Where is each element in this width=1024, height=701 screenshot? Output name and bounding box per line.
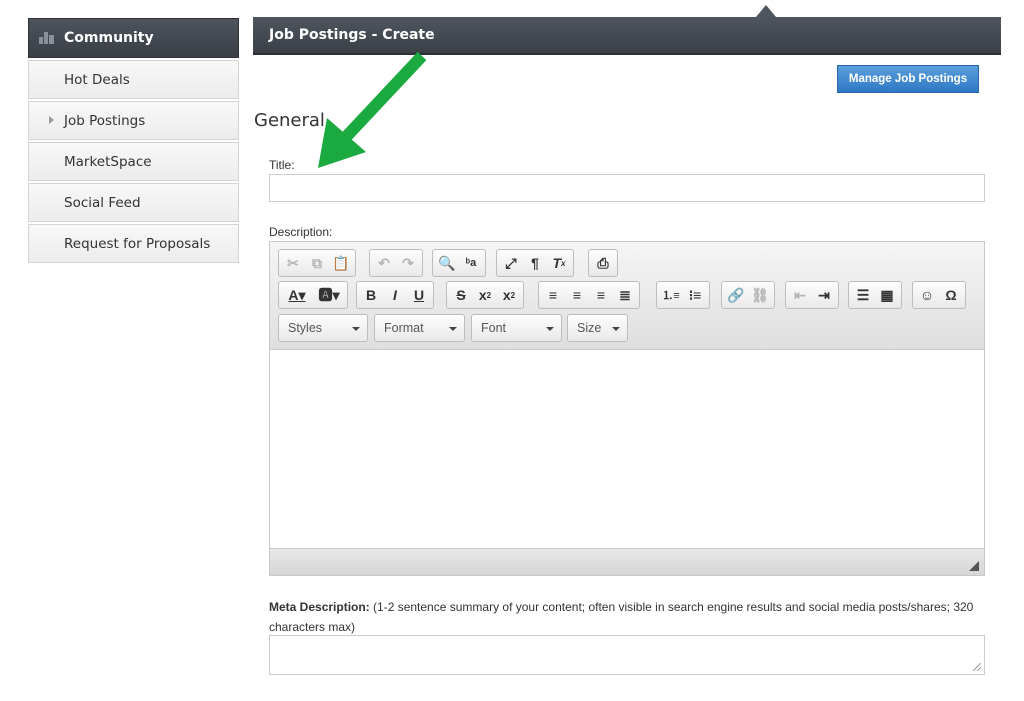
annotation-arrow-icon (318, 51, 427, 168)
